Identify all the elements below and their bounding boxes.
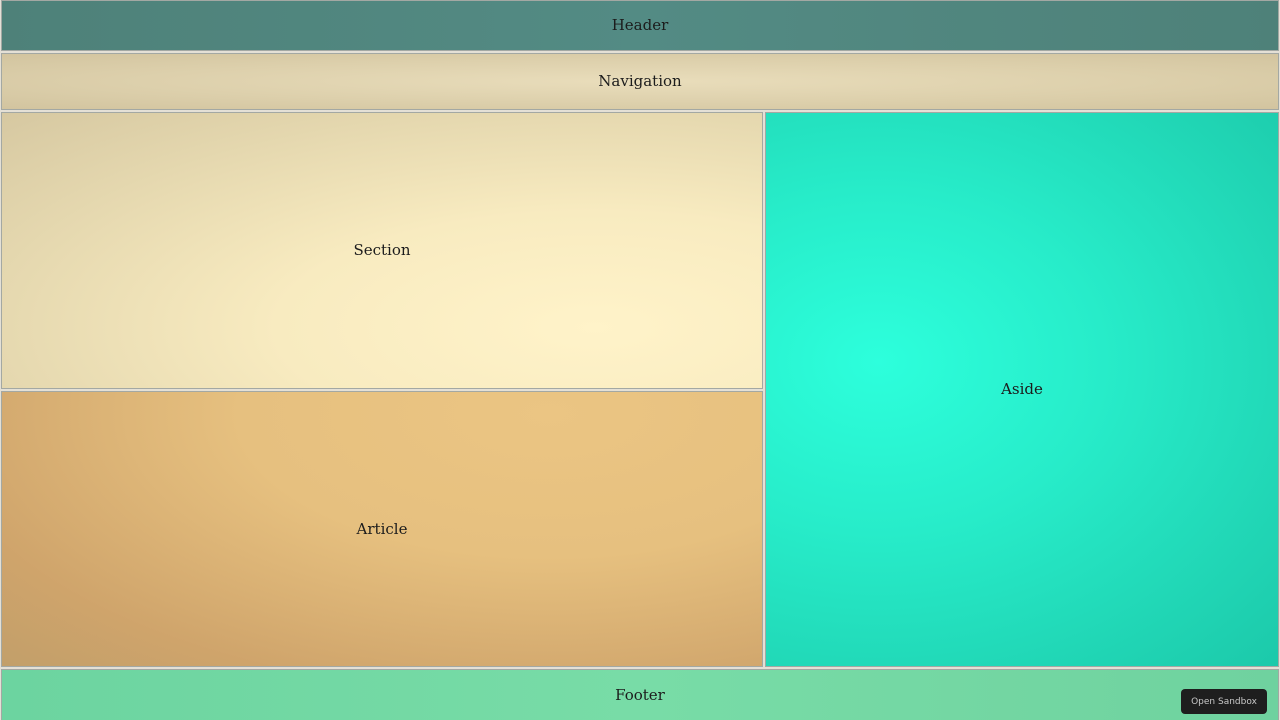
page-header: Header xyxy=(1,0,1279,51)
section-label: Section xyxy=(353,241,411,259)
footer-label: Footer xyxy=(615,686,665,704)
article-label: Article xyxy=(356,519,408,538)
page-aside: Aside xyxy=(765,112,1279,667)
page-section: Section xyxy=(1,112,763,389)
aside-label: Aside xyxy=(1001,380,1043,398)
header-label: Header xyxy=(611,16,669,34)
page-navigation: Navigation xyxy=(1,53,1279,110)
open-sandbox-button[interactable]: Open Sandbox xyxy=(1181,689,1267,714)
navigation-label: Navigation xyxy=(598,72,682,90)
page-article: Article xyxy=(1,391,763,667)
page-footer: Footer xyxy=(1,669,1279,720)
